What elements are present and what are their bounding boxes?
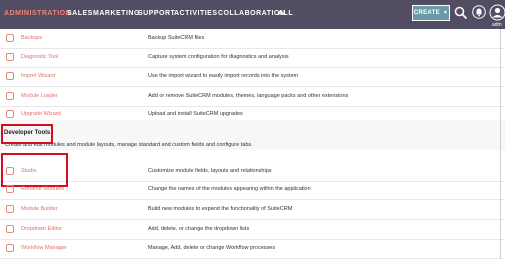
rename-icon [6,185,14,193]
import-wizard-link[interactable]: Import Wizard [21,73,55,79]
dropdown-editor-description: Add, delete, or change the dropdown list… [148,226,250,232]
module-loader-description: Add or remove SuiteCRM modules, themes, … [148,93,349,99]
backups-link[interactable]: Backups [21,35,42,41]
caret-down-icon: ▼ [442,10,449,16]
user-avatar-icon[interactable] [489,4,505,21]
create-button-label: CREATE [413,10,440,16]
upgrade-wizard-link[interactable]: Upgrade Wizard [21,111,61,117]
import-wizard-description: Use the import wizard to easily import r… [148,73,299,79]
workflow-manager-link[interactable]: Workflow Manager [21,245,67,251]
admin-row-diagnostic-tool: Diagnostic Tool Capture system configura… [0,48,505,68]
module-loader-link[interactable]: Module Loader [21,93,58,99]
upgrade-wizard-description: Upload and install SuiteCRM upgrades [148,111,243,117]
search-icon[interactable] [454,6,468,20]
diagnostic-tool-description: Capture system configuration for diagnos… [148,54,289,60]
admin-row-module-loader: Module Loader Add or remove SuiteCRM mod… [0,87,505,107]
create-button[interactable]: CREATE ▼ [412,5,450,21]
studio-description: Customize module fields, layouts and rel… [148,168,272,174]
workflow-icon [6,244,14,252]
nav-collaboration[interactable]: COLLABORATION [218,10,285,17]
module-loader-icon [6,92,14,100]
dev-row-dropdown-editor: Dropdown Editor Add, delete, or change t… [0,220,505,240]
top-navigation-bar: ADMINISTRATION SALES MARKETING SUPPORT A… [0,0,505,29]
import-icon [6,72,14,80]
module-builder-link[interactable]: Module Builder [21,206,58,212]
user-label: adm [492,22,502,28]
nav-activities[interactable]: ACTIVITIES [174,10,218,17]
diagnostic-icon [6,53,14,61]
nav-sales[interactable]: SALES [67,10,93,17]
admin-row-import-wizard: Import Wizard Use the import wizard to e… [0,67,505,87]
rename-modules-description: Change the names of the modules appearin… [148,186,311,192]
notification-bell-icon[interactable] [472,4,486,21]
module-builder-description: Build new modules to expand the function… [148,206,293,212]
workflow-manager-description: Manage, Add, delete or change Workflow p… [148,245,276,251]
dropdown-icon [6,225,14,233]
dev-row-module-builder: Module Builder Build new modules to expa… [0,200,505,220]
nav-administration[interactable]: ADMINISTRATION [4,10,71,17]
dev-row-studio: Studio Customize module fields, layouts … [0,162,505,182]
developer-tools-highlight [1,124,53,144]
nav-support[interactable]: SUPPORT [138,10,175,17]
rename-modules-link[interactable]: Rename Modules [21,186,64,192]
dev-row-rename-modules: Rename Modules Change the names of the m… [0,180,505,200]
nav-all[interactable]: ALL [278,10,293,17]
nav-marketing[interactable]: MARKETING [93,10,140,17]
backup-icon [6,34,14,42]
scrollbar-track[interactable] [500,29,501,259]
upgrade-icon [6,110,14,118]
module-builder-icon [6,205,14,213]
dropdown-editor-link[interactable]: Dropdown Editor [21,226,62,232]
admin-row-backups: Backups Backup SuiteCRM files [0,29,505,49]
diagnostic-tool-link[interactable]: Diagnostic Tool [21,54,58,60]
dev-row-workflow-manager: Workflow Manager Manage, Add, delete or … [0,239,505,259]
backups-description: Backup SuiteCRM files [148,35,205,41]
